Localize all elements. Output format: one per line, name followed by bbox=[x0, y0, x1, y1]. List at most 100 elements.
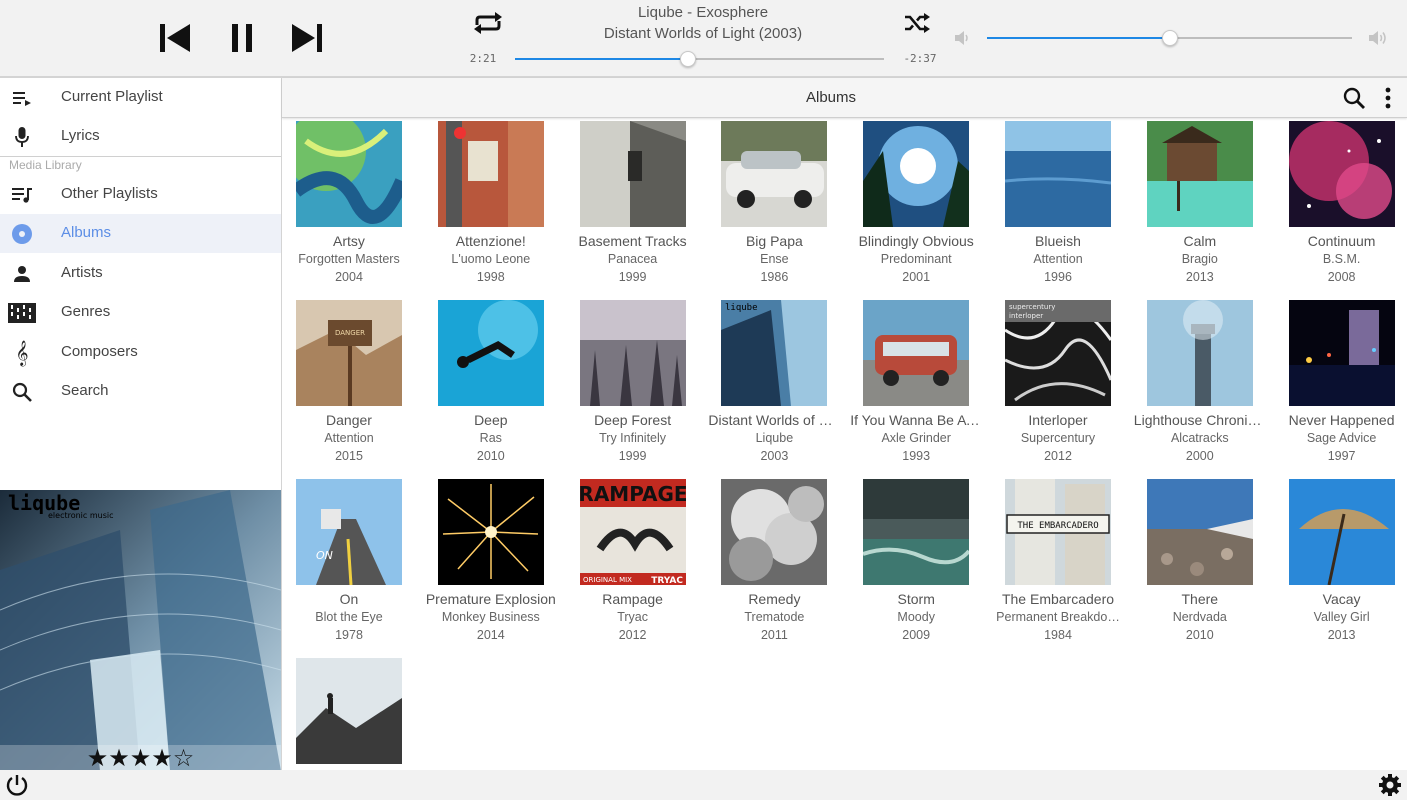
album-card[interactable]: Big Papa Ense 1986 bbox=[708, 120, 850, 299]
album-card[interactable]: Basement Tracks Panacea 1999 bbox=[567, 120, 709, 299]
repeat-button[interactable] bbox=[469, 8, 507, 38]
nav-albums[interactable]: Albums bbox=[0, 214, 281, 253]
album-card[interactable]: Vacay Valley Girl 2013 bbox=[1276, 478, 1407, 657]
album-card[interactable]: Blueish Attention 1996 bbox=[992, 120, 1134, 299]
svg-text:THE EMBARCADERO: THE EMBARCADERO bbox=[1017, 521, 1098, 531]
album-card[interactable]: Continuum B.S.M. 2008 bbox=[1276, 120, 1407, 299]
star-filled-icon[interactable]: ★ bbox=[108, 744, 130, 771]
album-card[interactable]: Deep Ras 2010 bbox=[425, 299, 567, 478]
content-header: Albums bbox=[282, 78, 1407, 118]
album-artist: Tryac bbox=[617, 610, 648, 624]
album-cover bbox=[1288, 479, 1395, 585]
album-card[interactable]: There Nerdvada 2010 bbox=[1134, 478, 1276, 657]
svg-text:RAMPAGE: RAMPAGE bbox=[580, 482, 686, 506]
star-filled-icon[interactable]: ★ bbox=[151, 744, 173, 771]
player-bar: Liqube - Exosphere Distant Worlds of Lig… bbox=[0, 0, 1407, 78]
album-card[interactable]: RAMPAGE ORIGINAL MIX TRYAC Rampage Tryac 2012 bbox=[567, 478, 709, 657]
nav-current-playlist[interactable]: Current Playlist bbox=[0, 78, 281, 117]
album-cover bbox=[1288, 300, 1395, 406]
nav-search[interactable]: Search bbox=[0, 372, 281, 411]
album-artist: Bragio bbox=[1181, 252, 1218, 266]
album-cover bbox=[721, 479, 828, 585]
album-cover bbox=[579, 300, 686, 406]
previous-track-button[interactable] bbox=[155, 18, 195, 58]
shuffle-button[interactable] bbox=[900, 8, 934, 38]
nav-lyrics[interactable]: Lyrics bbox=[0, 117, 281, 156]
power-icon bbox=[6, 775, 28, 796]
album-card[interactable]: liqube Distant Worlds of Li… Liqube 2003 bbox=[708, 299, 850, 478]
nav-composers[interactable]: 𝄞 Composers bbox=[0, 333, 281, 372]
album-card[interactable]: Attenzione! L'uomo Leone 1998 bbox=[425, 120, 567, 299]
nav-genres[interactable]: Genres bbox=[0, 293, 281, 332]
volume-slider[interactable] bbox=[987, 30, 1352, 46]
nav-artists[interactable]: Artists bbox=[0, 254, 281, 293]
album-card[interactable]: THE EMBARCADERO The Embarcadero Permanent … bbox=[992, 478, 1134, 657]
star-empty-icon[interactable]: ☆ bbox=[173, 744, 195, 771]
nav-label: Other Playlists bbox=[61, 185, 158, 202]
shuffle-icon bbox=[905, 13, 930, 33]
album-artist: Trematode bbox=[744, 610, 805, 624]
album-cover bbox=[863, 121, 970, 227]
album-card[interactable]: Premature Explosion Monkey Business 2014 bbox=[425, 478, 567, 657]
album-card[interactable]: Never Happened Sage Advice 1997 bbox=[1276, 299, 1407, 478]
playlist-icon bbox=[10, 183, 34, 207]
album-year: 2010 bbox=[476, 449, 505, 463]
rating-stars[interactable]: ★★★★☆ bbox=[0, 745, 281, 771]
star-filled-icon[interactable]: ★ bbox=[130, 744, 152, 771]
seek-slider[interactable] bbox=[515, 51, 884, 67]
album-artist: Predominant bbox=[880, 252, 952, 266]
album-card[interactable]: Blindingly Obvious Predominant 2001 bbox=[850, 120, 992, 299]
volume-up-button[interactable] bbox=[1367, 28, 1391, 48]
nav-other-playlists[interactable]: Other Playlists bbox=[0, 175, 281, 214]
album-card[interactable]: If You Wanna Be A … Axle Grinder 1993 bbox=[850, 299, 992, 478]
nav-label: Search bbox=[61, 382, 109, 399]
search-icon bbox=[10, 380, 34, 404]
album-card[interactable] bbox=[283, 657, 425, 770]
album-year: 1986 bbox=[760, 270, 789, 284]
album-artist: Attention bbox=[1033, 252, 1083, 266]
album-icon bbox=[10, 222, 34, 246]
star-filled-icon[interactable]: ★ bbox=[87, 744, 109, 771]
album-year: 1999 bbox=[618, 449, 647, 463]
album-cover bbox=[1005, 121, 1111, 227]
album-title: Interloper bbox=[1028, 412, 1088, 428]
album-card[interactable]: Storm Moody 2009 bbox=[850, 478, 992, 657]
volume-handle[interactable] bbox=[1161, 30, 1178, 46]
album-year: 2000 bbox=[1185, 449, 1214, 463]
album-artist: Monkey Business bbox=[441, 610, 540, 624]
album-title: Attenzione! bbox=[455, 233, 526, 249]
album-card[interactable]: supercentury interloper Interloper Supercen… bbox=[992, 299, 1134, 478]
album-artist: Supercentury bbox=[1020, 431, 1096, 445]
seek-handle[interactable] bbox=[680, 51, 697, 67]
album-artist: Ras bbox=[479, 431, 502, 445]
album-year: 2013 bbox=[1185, 270, 1214, 284]
album-cover: liqube bbox=[721, 300, 828, 406]
album-grid: Artsy Forgotten Masters 2004 Attenzione! L'u… bbox=[282, 120, 1407, 770]
album-title: Storm bbox=[897, 591, 935, 607]
album-cover bbox=[1146, 121, 1253, 227]
power-button[interactable] bbox=[5, 773, 29, 797]
album-year: 2009 bbox=[902, 628, 931, 642]
album-title: Vacay bbox=[1322, 591, 1361, 607]
settings-button[interactable] bbox=[1378, 773, 1402, 797]
svg-text:interloper: interloper bbox=[1009, 312, 1043, 320]
album-card[interactable]: Lighthouse Chronic… Alcatracks 2000 bbox=[1134, 299, 1276, 478]
album-artist: Panacea bbox=[607, 252, 658, 266]
more-options-button[interactable] bbox=[1376, 86, 1400, 110]
now-playing-cover[interactable]: liqube electronic music ★★★★☆ bbox=[0, 490, 281, 771]
album-cover bbox=[1146, 479, 1253, 585]
album-card[interactable]: DANGER Danger Attention 2015 bbox=[283, 299, 425, 478]
album-title: Danger bbox=[326, 412, 372, 428]
album-card[interactable]: Calm Bragio 2013 bbox=[1134, 120, 1276, 299]
search-button[interactable] bbox=[1342, 86, 1366, 110]
album-card[interactable]: Artsy Forgotten Masters 2004 bbox=[283, 120, 425, 299]
svg-text:electronic music: electronic music bbox=[48, 511, 114, 520]
pause-button[interactable] bbox=[222, 18, 262, 58]
album-year: 2014 bbox=[476, 628, 505, 642]
album-card[interactable]: Deep Forest Try Infinitely 1999 bbox=[567, 299, 709, 478]
next-track-button[interactable] bbox=[287, 18, 327, 58]
volume-down-button[interactable] bbox=[952, 28, 972, 48]
time-remaining: -2:37 bbox=[903, 52, 937, 65]
album-card[interactable]: Remedy Trematode 2011 bbox=[708, 478, 850, 657]
album-card[interactable]: ON On Blot the Eye 1978 bbox=[283, 478, 425, 657]
